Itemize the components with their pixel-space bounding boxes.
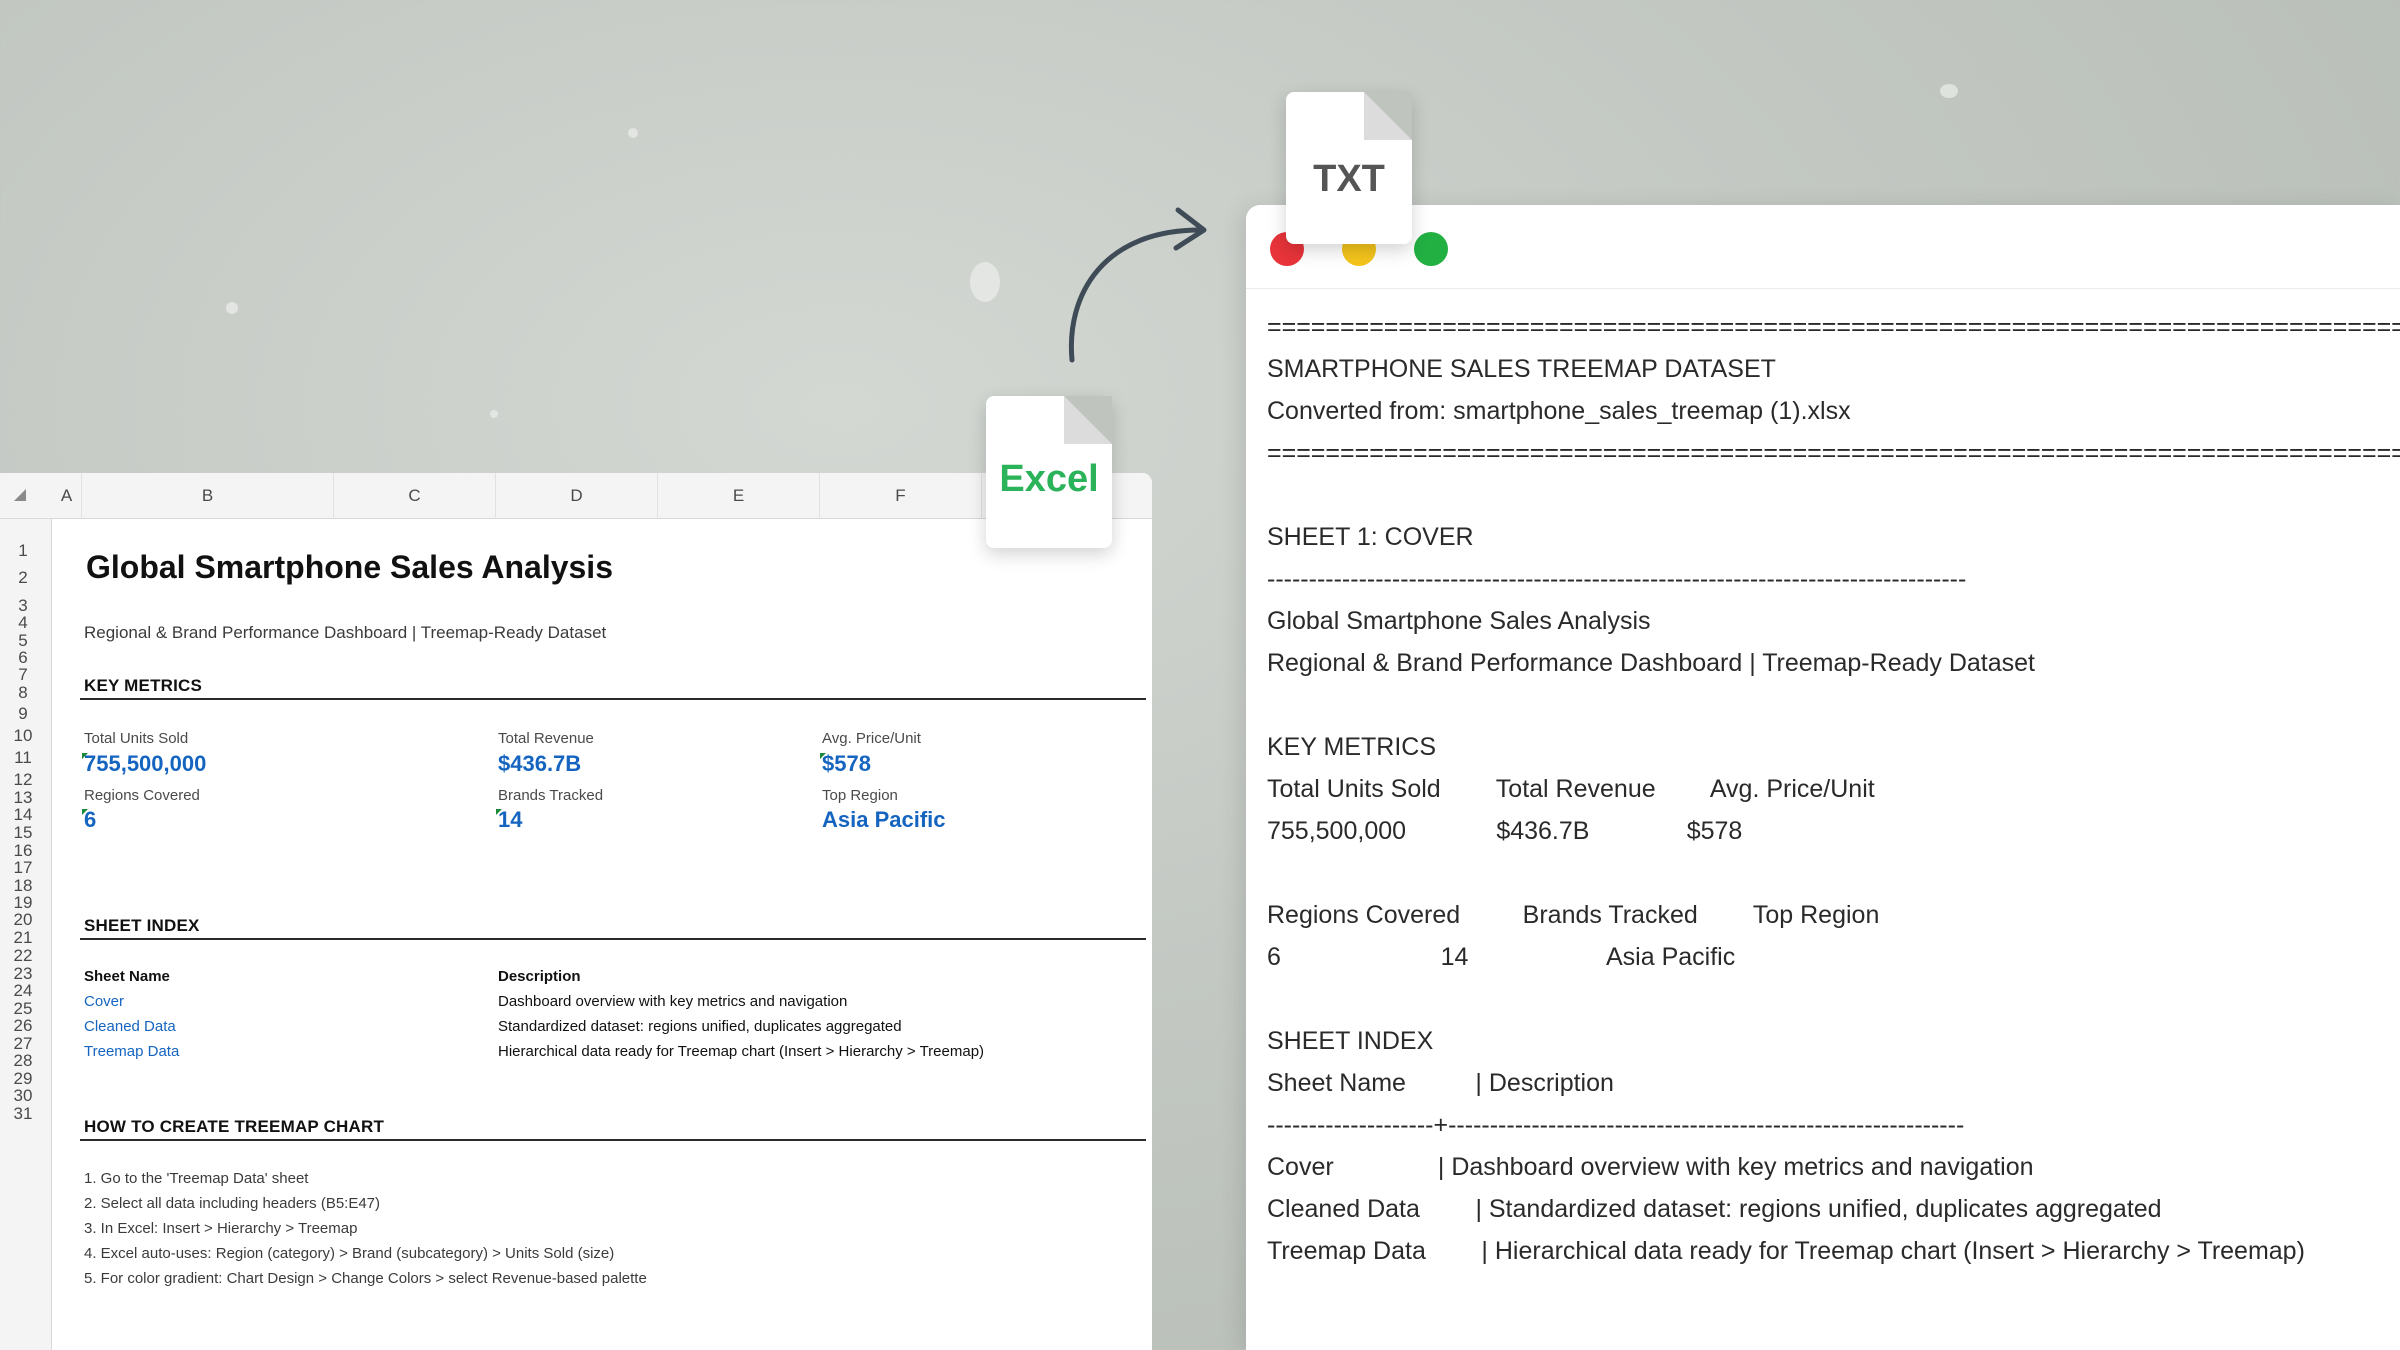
howto-step[interactable]: 4. Excel auto-uses: Region (category) > … xyxy=(84,1245,614,1262)
window-titlebar xyxy=(1246,205,2400,289)
column-header-bar: A B C D E F xyxy=(0,473,1152,519)
row-header-30[interactable]: 30 xyxy=(0,1086,46,1106)
howto-step[interactable]: 2. Select all data including headers (B5… xyxy=(84,1195,380,1212)
row-header-14[interactable]: 14 xyxy=(0,805,46,825)
key-metrics-heading[interactable]: KEY METRICS xyxy=(84,676,202,696)
txt-icon-label: TXT xyxy=(1313,158,1385,200)
metric-value[interactable]: Asia Pacific xyxy=(822,807,946,833)
section-divider xyxy=(80,938,1146,940)
howto-step[interactable]: 1. Go to the 'Treemap Data' sheet xyxy=(84,1170,308,1187)
page-fold xyxy=(1064,396,1112,444)
text-line: KEY METRICS xyxy=(1267,733,1437,761)
text-line: Global Smartphone Sales Analysis xyxy=(1267,607,1651,635)
howto-heading[interactable]: HOW TO CREATE TREEMAP CHART xyxy=(84,1117,384,1137)
column-header-c[interactable]: C xyxy=(334,473,496,519)
row-header-bar: 1 2 3 4 5 6 7 8 9 10 11 12 13 14 15 16 17 18 19 20 21 22 23 24 2… xyxy=(0,519,52,1350)
column-header-e[interactable]: E xyxy=(658,473,820,519)
excel-file-icon: Excel xyxy=(986,396,1112,548)
row-header-2[interactable]: 2 xyxy=(0,568,46,588)
metric-value[interactable]: 6 xyxy=(84,807,96,833)
metric-label[interactable]: Avg. Price/Unit xyxy=(822,730,921,747)
sheet-subtitle[interactable]: Regional & Brand Performance Dashboard |… xyxy=(84,623,606,643)
text-line: Treemap Data | Hierarchical data ready f… xyxy=(1267,1237,2305,1265)
column-header-b[interactable]: B xyxy=(82,473,334,519)
row-header-26[interactable]: 26 xyxy=(0,1016,46,1036)
index-description[interactable]: Hierarchical data ready for Treemap char… xyxy=(498,1043,984,1060)
zoom-button[interactable] xyxy=(1414,232,1448,266)
background-texture xyxy=(490,410,498,418)
row-header-22[interactable]: 22 xyxy=(0,946,46,966)
row-header-20[interactable]: 20 xyxy=(0,910,46,930)
index-description[interactable]: Standardized dataset: regions unified, d… xyxy=(498,1018,902,1035)
row-header-28[interactable]: 28 xyxy=(0,1051,46,1071)
row-header-9[interactable]: 9 xyxy=(0,704,46,724)
text-line: Cleaned Data | Standardized dataset: reg… xyxy=(1267,1195,2162,1223)
row-header-17[interactable]: 17 xyxy=(0,858,46,878)
index-description[interactable]: Dashboard overview with key metrics and … xyxy=(498,993,847,1010)
section-divider xyxy=(80,698,1146,700)
column-header-f[interactable]: F xyxy=(820,473,982,519)
index-header-name[interactable]: Sheet Name xyxy=(84,968,170,985)
sheet-title[interactable]: Global Smartphone Sales Analysis xyxy=(86,549,613,586)
howto-step[interactable]: 3. In Excel: Insert > Hierarchy > Treema… xyxy=(84,1220,357,1237)
row-header-4[interactable]: 4 xyxy=(0,613,46,633)
metric-value[interactable]: 14 xyxy=(498,807,522,833)
text-line: --------------------+-------------------… xyxy=(1267,1111,1965,1139)
row-header-1[interactable]: 1 xyxy=(0,541,46,561)
section-divider xyxy=(80,1139,1146,1141)
metric-value[interactable]: $436.7B xyxy=(498,751,581,777)
text-line: Total Units Sold Total Revenue Avg. Pric… xyxy=(1267,775,1875,803)
text-line: 755,500,000 $436.7B $578 xyxy=(1267,817,1743,845)
background-texture xyxy=(1940,84,1958,98)
row-header-24[interactable]: 24 xyxy=(0,981,46,1001)
metric-label[interactable]: Total Revenue xyxy=(498,730,594,747)
select-all-corner[interactable] xyxy=(14,489,26,501)
text-line: Converted from: smartphone_sales_treemap… xyxy=(1267,397,1851,425)
row-header-21[interactable]: 21 xyxy=(0,928,46,948)
row-header-15[interactable]: 15 xyxy=(0,823,46,843)
page-fold xyxy=(1364,92,1412,140)
text-line: 6 14 Asia Pacific xyxy=(1267,943,1736,971)
text-line: ========================================… xyxy=(1267,439,2400,467)
sheet-index-heading[interactable]: SHEET INDEX xyxy=(84,916,200,936)
metric-label[interactable]: Top Region xyxy=(822,787,898,804)
text-line: Regional & Brand Performance Dashboard |… xyxy=(1267,649,2036,677)
row-header-31[interactable]: 31 xyxy=(0,1104,46,1124)
metric-label[interactable]: Brands Tracked xyxy=(498,787,603,804)
howto-step[interactable]: 5. For color gradient: Chart Design > Ch… xyxy=(84,1270,647,1287)
background-texture xyxy=(226,302,238,314)
background-texture xyxy=(970,262,1000,302)
metric-label[interactable]: Total Units Sold xyxy=(84,730,188,747)
excel-icon-label: Excel xyxy=(999,458,1099,500)
row-header-10[interactable]: 10 xyxy=(0,726,46,746)
row-header-7[interactable]: 7 xyxy=(0,665,46,685)
row-header-12[interactable]: 12 xyxy=(0,770,46,790)
text-line: ----------------------------------------… xyxy=(1267,565,1967,593)
text-line: SMARTPHONE SALES TREEMAP DATASET xyxy=(1267,355,1776,383)
txt-file-icon: TXT xyxy=(1286,92,1412,244)
background-texture xyxy=(628,128,638,138)
curved-arrow-icon xyxy=(1068,207,1207,363)
metric-label[interactable]: Regions Covered xyxy=(84,787,200,804)
column-header-d[interactable]: D xyxy=(496,473,658,519)
index-header-description[interactable]: Description xyxy=(498,968,581,985)
spreadsheet-panel: A B C D E F 1 2 3 4 5 6 7 8 9 10 11 12 13 14 15 16 17 18 1… xyxy=(0,473,1152,1350)
metric-value[interactable]: 755,500,000 xyxy=(84,751,206,777)
sheet-link-cover[interactable]: Cover xyxy=(84,993,124,1010)
text-line: Regions Covered Brands Tracked Top Regio… xyxy=(1267,901,1880,929)
sheet-link-cleaned-data[interactable]: Cleaned Data xyxy=(84,1018,176,1035)
column-header-a[interactable]: A xyxy=(52,473,82,519)
sheet-link-treemap-data[interactable]: Treemap Data xyxy=(84,1043,179,1060)
row-header-11[interactable]: 11 xyxy=(0,748,46,768)
text-line: Cover | Dashboard overview with key metr… xyxy=(1267,1153,2034,1181)
text-line: SHEET INDEX xyxy=(1267,1027,1434,1055)
text-line: ========================================… xyxy=(1267,313,2400,341)
txt-editor-window: ========================================… xyxy=(1246,205,2400,1350)
text-line: Sheet Name | Description xyxy=(1267,1069,1614,1097)
row-header-8[interactable]: 8 xyxy=(0,683,46,703)
metric-value[interactable]: $578 xyxy=(822,751,871,777)
text-line: SHEET 1: COVER xyxy=(1267,523,1474,551)
